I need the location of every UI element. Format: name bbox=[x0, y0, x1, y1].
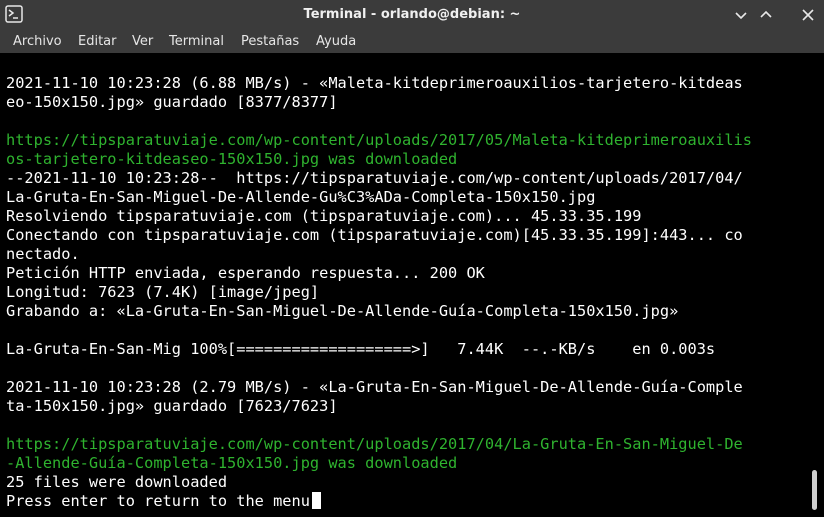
menu-editar[interactable]: Editar bbox=[78, 34, 117, 49]
menu-ver[interactable]: Ver bbox=[132, 34, 153, 49]
text-cursor bbox=[311, 492, 321, 509]
terminal-line: Longitud: 7623 (7.4K) [image/jpeg] bbox=[6, 283, 319, 302]
terminal-line-text: https://tipsparatuviaje.com/wp-content/u… bbox=[6, 131, 752, 149]
terminal-window: Terminal - orlando@debian: ~ Archivo Edi… bbox=[0, 0, 824, 517]
terminal-line: os-tarjetero-kitdeaseo-150x150.jpg was d… bbox=[6, 150, 457, 169]
terminal-line: 2021-11-10 10:23:28 (2.79 MB/s) - «La-Gr… bbox=[6, 378, 743, 397]
menu-terminal[interactable]: Terminal bbox=[169, 34, 224, 49]
scrollbar[interactable] bbox=[808, 53, 824, 517]
terminal-line: Resolviendo tipsparatuviaje.com (tipspar… bbox=[6, 207, 641, 226]
terminal-line: -Allende-Guía-Completa-150x150.jpg was d… bbox=[6, 454, 457, 473]
terminal-line-text: La-Gruta-En-San-Miguel-De-Allende-Gu%C3%… bbox=[6, 188, 596, 206]
terminal-line: 2021-11-10 10:23:28 (6.88 MB/s) - «Malet… bbox=[6, 74, 743, 93]
minimize-icon[interactable] bbox=[733, 7, 749, 23]
terminal-line: https://tipsparatuviaje.com/wp-content/u… bbox=[6, 131, 752, 150]
close-icon[interactable] bbox=[800, 7, 816, 23]
terminal-line: nectado. bbox=[6, 245, 80, 264]
terminal-line: La-Gruta-En-San-Mig 100%[===============… bbox=[6, 340, 715, 359]
terminal-line-text: os-tarjetero-kitdeaseo-150x150.jpg was d… bbox=[6, 150, 458, 168]
terminal-output[interactable]: 2021-11-10 10:23:28 (6.88 MB/s) - «Malet… bbox=[0, 53, 808, 517]
terminal-line-text: Longitud: 7623 (7.4K) [image/jpeg] bbox=[6, 283, 320, 301]
terminal-line: eo-150x150.jpg» guardado [8377/8377] bbox=[6, 93, 338, 112]
terminal-line: Grabando a: «La-Gruta-En-San-Miguel-De-A… bbox=[6, 302, 678, 321]
terminal-line-text: Grabando a: «La-Gruta-En-San-Miguel-De-A… bbox=[6, 302, 679, 320]
terminal-line: Petición HTTP enviada, esperando respues… bbox=[6, 264, 485, 283]
title-bar[interactable]: Terminal - orlando@debian: ~ bbox=[0, 0, 824, 31]
terminal-line: 25 files were downloaded bbox=[6, 473, 227, 492]
terminal-line-text: 2021-11-10 10:23:28 (2.79 MB/s) - «La-Gr… bbox=[6, 378, 743, 396]
terminal-line-text: Press enter to return to the menu bbox=[6, 492, 310, 510]
terminal-line: La-Gruta-En-San-Miguel-De-Allende-Gu%C3%… bbox=[6, 188, 595, 207]
terminal-line-text: La-Gruta-En-San-Mig 100%[===============… bbox=[6, 340, 716, 358]
terminal-line: https://tipsparatuviaje.com/wp-content/u… bbox=[6, 435, 743, 454]
menu-pestanas[interactable]: Pestañas bbox=[241, 34, 299, 49]
terminal-line: Conectando con tipsparatuviaje.com (tips… bbox=[6, 226, 743, 245]
terminal-line-text: Conectando con tipsparatuviaje.com (tips… bbox=[6, 226, 743, 244]
maximize-icon[interactable] bbox=[758, 7, 774, 23]
terminal-line-text: 25 files were downloaded bbox=[6, 473, 228, 491]
terminal-line: --2021-11-10 10:23:28-- https://tipspara… bbox=[6, 169, 743, 188]
terminal-line: ta-150x150.jpg» guardado [7623/7623] bbox=[6, 397, 338, 416]
scrollbar-thumb[interactable] bbox=[812, 470, 817, 510]
terminal-line-text: ta-150x150.jpg» guardado [7623/7623] bbox=[6, 397, 338, 415]
menu-ayuda[interactable]: Ayuda bbox=[316, 34, 356, 49]
terminal-line: Press enter to return to the menu bbox=[6, 492, 321, 511]
terminal-line-text: -Allende-Guía-Completa-150x150.jpg was d… bbox=[6, 454, 458, 472]
terminal-line-text: Petición HTTP enviada, esperando respues… bbox=[6, 264, 485, 282]
terminal-line-text: Resolviendo tipsparatuviaje.com (tipspar… bbox=[6, 207, 642, 225]
terminal-line-text: nectado. bbox=[6, 245, 80, 263]
terminal-line-text: eo-150x150.jpg» guardado [8377/8377] bbox=[6, 93, 338, 111]
window-title: Terminal - orlando@debian: ~ bbox=[303, 7, 521, 22]
terminal-line-text: --2021-11-10 10:23:28-- https://tipspara… bbox=[6, 169, 743, 187]
menu-archivo[interactable]: Archivo bbox=[13, 34, 62, 49]
terminal-line-text: 2021-11-10 10:23:28 (6.88 MB/s) - «Malet… bbox=[6, 74, 743, 92]
terminal-line-text: https://tipsparatuviaje.com/wp-content/u… bbox=[6, 435, 743, 453]
menu-bar: Archivo Editar Ver Terminal Pestañas Ayu… bbox=[0, 31, 824, 53]
